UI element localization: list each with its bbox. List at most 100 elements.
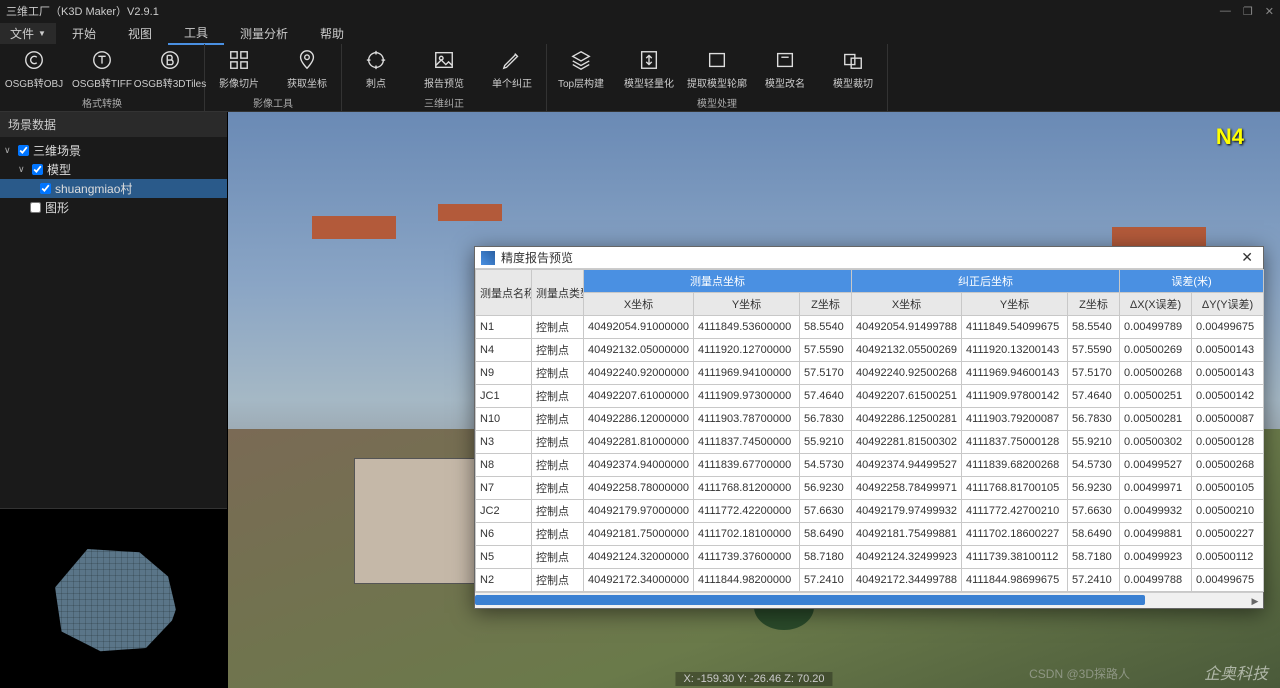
cell-n: N6 [476,523,532,546]
tool-lightweight[interactable]: 模型轻量化 [615,44,683,94]
cell-z1: 57.5590 [800,339,852,362]
cell-x1: 40492207.61000000 [584,385,694,408]
table-row[interactable]: N7控制点40492258.780000004111768.8120000056… [476,477,1264,500]
table-row[interactable]: N10控制点40492286.120000004111903.787000005… [476,408,1264,431]
cell-t: 控制点 [532,408,584,431]
viewport-3d[interactable]: N4 00:09 X: -159.30 Y: -26.46 Z: 70.20 C… [228,112,1280,688]
hdr-type[interactable]: 测量点类型 [532,270,584,316]
menu-measure[interactable]: 测量分析 [224,23,304,44]
cell-z2: 56.7830 [1068,408,1120,431]
cell-x1: 40492281.81000000 [584,431,694,454]
cell-x1: 40492132.05000000 [584,339,694,362]
table-row[interactable]: JC2控制点40492179.970000004111772.422000005… [476,500,1264,523]
tree-graphic[interactable]: 图形 [0,198,227,217]
cell-y2: 4111839.68200268 [962,454,1068,477]
table-row[interactable]: N2控制点40492172.340000004111844.9820000057… [476,569,1264,592]
menu-help[interactable]: 帮助 [304,23,360,44]
chk-village[interactable] [40,183,51,194]
dialog-titlebar[interactable]: 精度报告预览 ✕ [475,247,1263,269]
cell-n: N5 [476,546,532,569]
minimize-button[interactable]: — [1220,5,1231,18]
table-row[interactable]: N9控制点40492240.920000004111969.9410000057… [476,362,1264,385]
cell-x2: 40492258.78499971 [852,477,962,500]
hdr-z1[interactable]: Z坐标 [800,293,852,316]
menu-view[interactable]: 视图 [112,23,168,44]
cell-n: N1 [476,316,532,339]
cell-t: 控制点 [532,569,584,592]
table-row[interactable]: N1控制点40492054.910000004111849.5360000058… [476,316,1264,339]
cell-t: 控制点 [532,385,584,408]
close-window-button[interactable]: ✕ [1265,5,1274,18]
tool-single-correct[interactable]: 单个纠正 [478,44,546,94]
tool-contour[interactable]: 提取模型轮廓 [683,44,751,94]
group-image: 影像工具 [205,94,341,111]
tool-crop[interactable]: 模型裁切 [819,44,887,94]
tree-root[interactable]: ∨三维场景 [0,141,227,160]
group-format: 格式转换 [0,94,204,111]
tree-model[interactable]: ∨模型 [0,160,227,179]
menu-file[interactable]: 文件▼ [0,23,56,44]
hdr-error: 误差(米) [1120,270,1264,293]
cell-n: N4 [476,339,532,362]
cell-dx: 0.00499881 [1120,523,1192,546]
tool-rename[interactable]: 模型改名 [751,44,819,94]
cell-z1: 55.9210 [800,431,852,454]
table-row[interactable]: JC1控制点40492207.610000004111909.973000005… [476,385,1264,408]
chk-graphic[interactable] [30,202,41,213]
tool-top-build[interactable]: Top层构建 [547,44,615,94]
rename-icon [774,49,796,71]
tool-report-preview[interactable]: 报告预览 [410,44,478,94]
cell-z1: 57.5170 [800,362,852,385]
minimap[interactable] [49,544,179,654]
cell-z2: 57.5170 [1068,362,1120,385]
menu-start[interactable]: 开始 [56,23,112,44]
table-row[interactable]: N8控制点40492374.940000004111839.6770000054… [476,454,1264,477]
cell-x2: 40492179.97499932 [852,500,962,523]
cell-x2: 40492132.05500269 [852,339,962,362]
tool-image-slice[interactable]: 影像切片 [205,44,273,94]
table-row[interactable]: N5控制点40492124.320000004111739.3760000058… [476,546,1264,569]
cell-y2: 4111837.75000128 [962,431,1068,454]
maximize-button[interactable]: ❐ [1243,5,1253,18]
hdr-x1[interactable]: X坐标 [584,293,694,316]
hdr-dy[interactable]: ΔY(Y误差) [1192,293,1264,316]
cell-z2: 58.7180 [1068,546,1120,569]
hdr-x2[interactable]: X坐标 [852,293,962,316]
hdr-dx[interactable]: ΔX(X误差) [1120,293,1192,316]
dialog-hscrollbar[interactable]: ◀ ▶ [475,592,1263,608]
tool-prick-point[interactable]: 刺点 [342,44,410,94]
cell-y2: 4111969.94600143 [962,362,1068,385]
hdr-z2[interactable]: Z坐标 [1068,293,1120,316]
cell-y1: 4111909.97300000 [694,385,800,408]
cell-y1: 4111739.37600000 [694,546,800,569]
table-row[interactable]: N4控制点40492132.050000004111920.1270000057… [476,339,1264,362]
cell-dy: 0.00499675 [1192,316,1264,339]
scroll-right-icon[interactable]: ▶ [1247,593,1263,609]
tool-get-coord[interactable]: 获取坐标 [273,44,341,94]
hdr-y1[interactable]: Y坐标 [694,293,800,316]
cell-x2: 40492181.75499881 [852,523,962,546]
tree-village[interactable]: shuangmiao村 [0,179,227,198]
cell-dy: 0.00499675 [1192,569,1264,592]
dialog-close-button[interactable]: ✕ [1237,249,1257,266]
chk-model[interactable] [32,164,43,175]
tool-osgb-obj[interactable]: OSGB转OBJ [0,44,68,94]
point-label-overlay: N4 [1216,124,1244,150]
cell-t: 控制点 [532,454,584,477]
chk-root[interactable] [18,145,29,156]
tool-osgb-tiff[interactable]: OSGB转TIFF [68,44,136,94]
cell-z2: 57.6630 [1068,500,1120,523]
hdr-name[interactable]: 测量点名称 [476,270,532,316]
hdr-y2[interactable]: Y坐标 [962,293,1068,316]
accuracy-table: 测量点名称 测量点类型 测量点坐标 纠正后坐标 误差(米) X坐标 Y坐标 Z坐… [475,269,1264,592]
menu-tool[interactable]: 工具 [168,22,224,45]
scroll-thumb[interactable] [475,595,1145,605]
cell-n: N8 [476,454,532,477]
convert-b-icon [159,49,181,71]
table-row[interactable]: N6控制点40492181.750000004111702.1810000058… [476,523,1264,546]
cell-dy: 0.00500143 [1192,339,1264,362]
cell-dx: 0.00499923 [1120,546,1192,569]
tool-osgb-3dtiles[interactable]: OSGB转3DTiles [136,44,204,94]
table-row[interactable]: N3控制点40492281.810000004111837.7450000055… [476,431,1264,454]
cell-z2: 54.5730 [1068,454,1120,477]
